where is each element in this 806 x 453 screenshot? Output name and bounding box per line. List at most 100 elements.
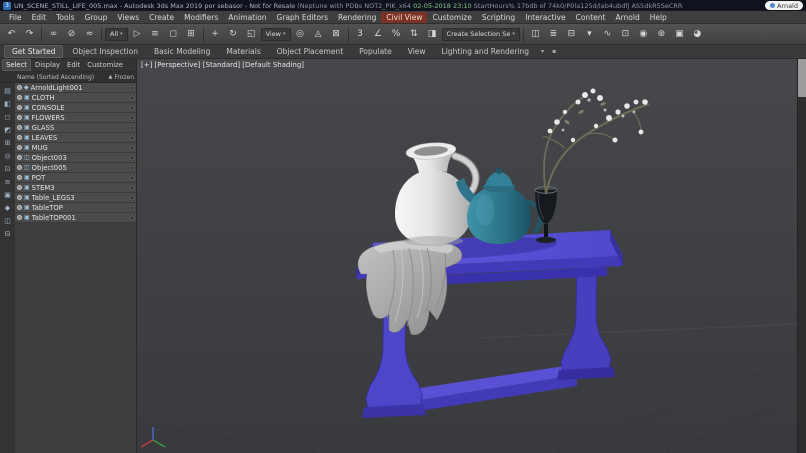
display-cameras-icon[interactable]: ◫ — [2, 216, 13, 226]
select-none-icon[interactable]: ◻ — [2, 112, 13, 122]
spinner-snap-icon[interactable]: ⇅ — [406, 26, 423, 43]
visibility-eye-icon[interactable] — [17, 165, 22, 170]
select-and-rotate-icon[interactable]: ↻ — [225, 26, 242, 43]
frozen-toggle[interactable] — [130, 116, 134, 120]
frozen-column-header[interactable]: Frozen — [114, 74, 134, 81]
window-crossing-icon[interactable]: ⊞ — [183, 26, 200, 43]
scene-object-row[interactable]: ◫ Object003 — [15, 153, 136, 163]
menu-item[interactable]: Graph Editors — [272, 12, 334, 23]
unlink-selection-icon[interactable]: ⊘ — [63, 26, 80, 43]
render-production-icon[interactable]: ◕ — [689, 26, 706, 43]
pick-object-icon[interactable]: ▤ — [2, 86, 13, 96]
rendered-frame-icon[interactable]: ▣ — [671, 26, 688, 43]
scene-object-row[interactable]: ▣ LEAVES — [15, 133, 136, 143]
visibility-eye-icon[interactable] — [17, 175, 22, 180]
reference-coordinate-dropdown[interactable]: View▾ — [261, 28, 291, 41]
scene-object-row[interactable]: ▣ Table_LEGS3 — [15, 193, 136, 203]
curve-editor-icon[interactable]: ∿ — [599, 26, 616, 43]
render-setup-icon[interactable]: ⊛ — [653, 26, 670, 43]
viewport[interactable]: [+] [Perspective] [Standard] [Default Sh… — [137, 59, 797, 453]
display-geometry-icon[interactable]: ▣ — [2, 190, 13, 200]
visibility-eye-icon[interactable] — [17, 115, 22, 120]
explorer-settings-icon[interactable]: ⊟ — [2, 229, 13, 239]
select-and-scale-icon[interactable]: ◱ — [243, 26, 260, 43]
frozen-toggle[interactable] — [130, 96, 134, 100]
visibility-eye-icon[interactable] — [17, 205, 22, 210]
named-selection-dropdown[interactable]: Create Selection Se▾ — [442, 28, 520, 41]
name-column-header[interactable]: Name (Sorted Ascending) — [17, 74, 106, 81]
select-all-icon[interactable]: ◧ — [2, 99, 13, 109]
menu-item[interactable]: Modifiers — [179, 12, 223, 23]
explorer-tab[interactable]: Display — [32, 60, 63, 70]
ribbon-panel-toggle-icon[interactable]: ▪ — [549, 48, 559, 55]
frozen-toggle[interactable] — [130, 196, 134, 200]
menu-item[interactable]: Interactive — [520, 12, 570, 23]
redo-icon[interactable]: ↷ — [21, 26, 38, 43]
menu-item[interactable]: Create — [144, 12, 179, 23]
menu-item[interactable]: Group — [80, 12, 113, 23]
menu-item[interactable]: Arnold — [610, 12, 644, 23]
scene-object-row[interactable]: ▣ STEM3 — [15, 183, 136, 193]
frozen-toggle[interactable] — [130, 136, 134, 140]
ribbon-tab[interactable]: Object Placement — [270, 46, 350, 57]
explorer-tab[interactable]: Edit — [64, 60, 83, 70]
frozen-toggle[interactable] — [130, 216, 134, 220]
explorer-tab[interactable]: Select — [2, 59, 31, 71]
frozen-toggle[interactable] — [130, 176, 134, 180]
ribbon-tab[interactable]: Basic Modeling — [147, 46, 217, 57]
visibility-eye-icon[interactable] — [17, 195, 22, 200]
scene-object-row[interactable]: ◆ ArnoldLight001 — [15, 83, 136, 93]
visibility-eye-icon[interactable] — [17, 215, 22, 220]
visibility-eye-icon[interactable] — [17, 85, 22, 90]
menu-item[interactable]: Scripting — [477, 12, 520, 23]
frozen-toggle[interactable] — [130, 106, 134, 110]
explorer-header[interactable]: Name (Sorted Ascending) ▲ Frozen — [0, 72, 136, 83]
visibility-eye-icon[interactable] — [17, 145, 22, 150]
layer-manager-icon[interactable]: ⊟ — [563, 26, 580, 43]
explorer-tab[interactable]: Customize — [84, 60, 126, 70]
ribbon-toggle-icon[interactable]: ▾ — [581, 26, 598, 43]
menu-item[interactable]: Tools — [51, 12, 79, 23]
select-children-icon[interactable]: ⊞ — [2, 138, 13, 148]
right-scrollbar[interactable] — [797, 59, 806, 453]
ribbon-tab[interactable]: Materials — [219, 46, 267, 57]
frozen-toggle[interactable] — [130, 206, 134, 210]
snap-toggle-icon[interactable]: 3 — [352, 26, 369, 43]
viewport-label[interactable]: [+] [Perspective] [Standard] [Default Sh… — [141, 61, 304, 69]
ribbon-overflow-chevron-icon[interactable]: ▾ — [538, 48, 547, 55]
visibility-eye-icon[interactable] — [17, 185, 22, 190]
frozen-toggle[interactable] — [130, 156, 134, 160]
menu-item[interactable]: File — [4, 12, 27, 23]
select-by-name-icon[interactable]: ≡ — [147, 26, 164, 43]
viewport-canvas[interactable] — [137, 59, 797, 453]
visibility-eye-icon[interactable] — [17, 125, 22, 130]
angle-snap-icon[interactable]: ∠ — [370, 26, 387, 43]
lock-selection-icon[interactable]: ⊡ — [2, 164, 13, 174]
select-object-icon[interactable]: ▷ — [129, 26, 146, 43]
ribbon-tab[interactable]: Get Started — [4, 45, 63, 58]
scene-object-row[interactable]: ▣ TableTOP — [15, 203, 136, 213]
scene-object-row[interactable]: ▣ GLASS — [15, 123, 136, 133]
menu-item[interactable]: Civil View — [381, 12, 427, 23]
frozen-toggle[interactable] — [130, 166, 134, 170]
select-and-manipulate-icon[interactable]: ◬ — [310, 26, 327, 43]
material-editor-icon[interactable]: ◉ — [635, 26, 652, 43]
select-and-move-icon[interactable]: + — [207, 26, 224, 43]
menu-item[interactable]: Content — [571, 12, 611, 23]
select-invert-icon[interactable]: ◩ — [2, 125, 13, 135]
menu-item[interactable]: Customize — [427, 12, 476, 23]
scene-object-row[interactable]: ▣ FLOWERS — [15, 113, 136, 123]
frozen-toggle[interactable] — [130, 86, 134, 90]
frozen-toggle[interactable] — [130, 186, 134, 190]
visibility-eye-icon[interactable] — [17, 155, 22, 160]
rectangular-region-icon[interactable]: ◻ — [165, 26, 182, 43]
mirror-icon[interactable]: ◫ — [527, 26, 544, 43]
scene-object-row[interactable]: ▣ TableTOP001 — [15, 213, 136, 223]
find-icon[interactable]: ◎ — [2, 151, 13, 161]
sort-hierarchy-icon[interactable]: ≡ — [2, 177, 13, 187]
visibility-eye-icon[interactable] — [17, 135, 22, 140]
menu-item[interactable]: Rendering — [333, 12, 381, 23]
schematic-view-icon[interactable]: ⊡ — [617, 26, 634, 43]
undo-icon[interactable]: ↶ — [3, 26, 20, 43]
select-and-link-icon[interactable]: ∞ — [45, 26, 62, 43]
